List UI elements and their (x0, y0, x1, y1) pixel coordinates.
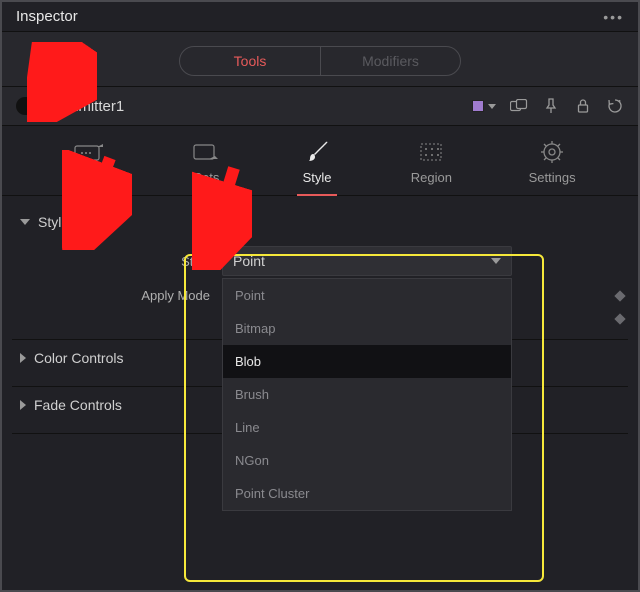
style-icon (300, 140, 334, 164)
style-select-value: Point (233, 253, 265, 269)
section-label: Fade Controls (34, 397, 122, 413)
keyframe-diamond-icon[interactable] (614, 313, 625, 324)
keyframe-diamond-icon[interactable] (614, 290, 625, 301)
reset-icon[interactable] (606, 97, 624, 115)
style-option[interactable]: Blob (223, 345, 511, 378)
panel-title: Inspector (16, 8, 78, 25)
chevron-down-icon (491, 258, 501, 264)
style-select[interactable]: Point (222, 246, 512, 276)
section-label: Color Controls (34, 350, 123, 366)
chevron-down-icon (20, 219, 30, 225)
color-chip-icon (472, 100, 484, 112)
style-dropdown: PointBitmapBlobBrushLineNGonPoint Cluste… (222, 278, 512, 511)
style-option[interactable]: Line (223, 411, 511, 444)
field-label-style: Style (12, 254, 222, 269)
subtab-sets[interactable]: Sets (181, 140, 231, 195)
node-enable-toggle[interactable] (16, 97, 48, 115)
section-label: Style (38, 214, 69, 230)
node-name: pEmitter1 (60, 98, 472, 115)
subtab-label: Region (411, 170, 452, 185)
chevron-down-icon (488, 104, 496, 109)
top-tab-group: Tools Modifiers (179, 46, 461, 76)
style-option[interactable]: Point Cluster (223, 477, 511, 510)
controls-icon (72, 140, 106, 164)
sets-icon (189, 140, 223, 164)
style-option[interactable]: Brush (223, 378, 511, 411)
subtab-controls[interactable]: Controls (56, 140, 120, 195)
chevron-right-icon (20, 353, 26, 363)
section-style-header[interactable]: Style (12, 200, 628, 240)
subtab-label: Sets (193, 170, 219, 185)
pin-icon[interactable] (542, 97, 560, 115)
style-option[interactable]: Bitmap (223, 312, 511, 345)
tile-color-button[interactable] (472, 100, 496, 112)
tab-modifiers[interactable]: Modifiers (320, 47, 460, 75)
panel-menu-icon[interactable]: ••• (603, 9, 624, 25)
subtab-region[interactable]: Region (403, 140, 460, 195)
lock-icon[interactable] (574, 97, 592, 115)
subtab-label: Controls (64, 170, 112, 185)
field-label-apply-mode: Apply Mode (12, 288, 222, 303)
style-option[interactable]: NGon (223, 444, 511, 477)
region-icon (414, 140, 448, 164)
chevron-right-icon (20, 400, 26, 410)
settings-icon (535, 140, 569, 164)
subtab-style[interactable]: Style (292, 140, 342, 195)
versions-icon[interactable] (510, 97, 528, 115)
tab-tools[interactable]: Tools (180, 47, 320, 75)
subtab-settings[interactable]: Settings (521, 140, 584, 195)
subtab-label: Settings (529, 170, 576, 185)
style-option[interactable]: Point (223, 279, 511, 312)
subtab-label: Style (303, 170, 332, 185)
